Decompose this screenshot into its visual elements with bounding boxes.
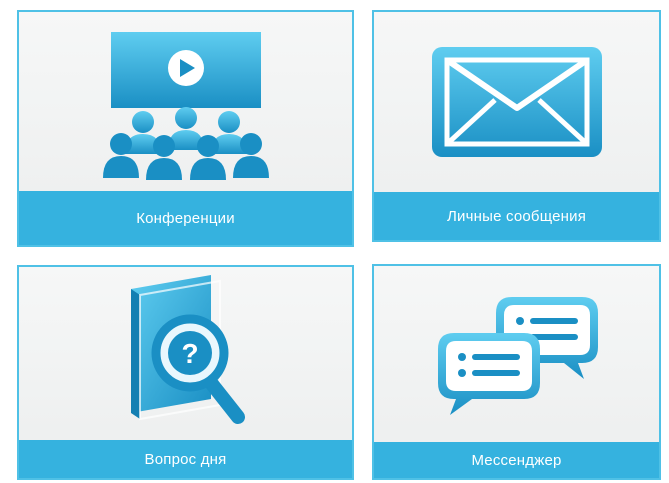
question-book-icon: ? (130, 275, 245, 424)
conference-icon (102, 31, 269, 180)
tile-question-of-day[interactable]: ? Вопрос дня (17, 265, 354, 480)
tile-label-question-of-day: Вопрос дня (19, 440, 352, 478)
tile-messenger[interactable]: Мессенджер (372, 264, 661, 480)
envelope-icon (431, 47, 602, 157)
tile-label-messenger: Мессенджер (374, 442, 659, 478)
tile-private-messages[interactable]: Личные сообщения (372, 10, 661, 242)
menu-grid: Конференции Личные сообщения ? Вопрос дн… (0, 0, 669, 483)
chat-bubbles-icon (437, 297, 598, 415)
tile-conferences[interactable]: Конференции (17, 10, 354, 247)
svg-text:?: ? (181, 338, 198, 369)
tile-label-conferences: Конференции (19, 191, 352, 245)
tile-label-private-messages: Личные сообщения (374, 192, 659, 240)
